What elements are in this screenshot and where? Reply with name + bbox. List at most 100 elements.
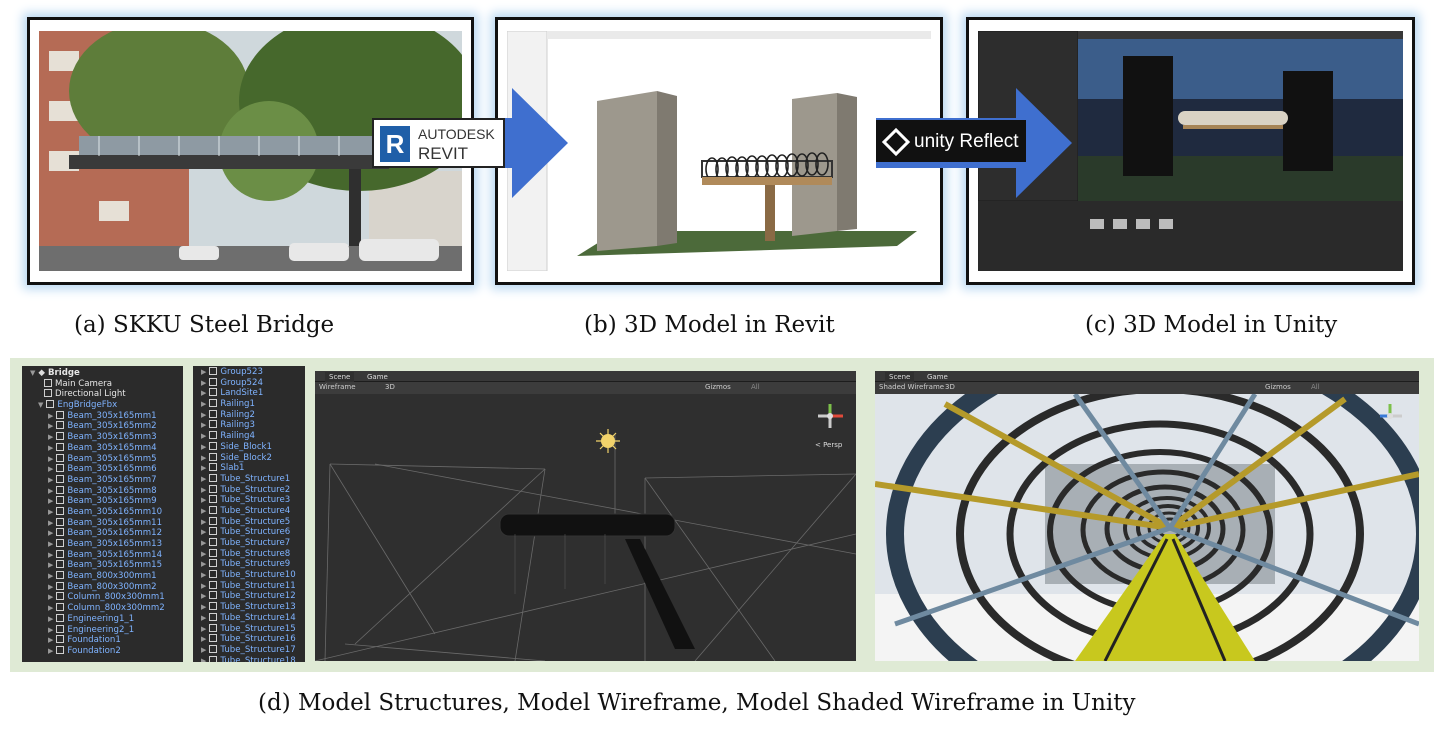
hierarchy-item[interactable]: ▶ Group523	[201, 367, 305, 378]
hierarchy-item[interactable]: ▶ Railing4	[201, 431, 305, 442]
hierarchy-item[interactable]: ▶ Tube_Structure12	[201, 591, 305, 602]
hierarchy-item[interactable]: ▶ Side_Block1	[201, 441, 305, 453]
expand-arrow-icon[interactable]: ▶	[201, 443, 206, 451]
hierarchy-item[interactable]: ▶ Beam_800x300mm1	[30, 571, 183, 582]
expand-arrow-icon[interactable]: ▶	[48, 476, 53, 484]
hierarchy-item[interactable]: ▶ Railing1	[201, 399, 305, 410]
draw-mode-dropdown[interactable]: Shaded Wireframe	[879, 383, 944, 391]
expand-arrow-icon[interactable]: ▶	[201, 646, 206, 654]
expand-arrow-icon[interactable]: ▶	[48, 487, 53, 495]
expand-arrow-icon[interactable]: ▶	[201, 560, 206, 568]
hierarchy-item[interactable]: ▶ Tube_Structure10	[201, 570, 305, 581]
hierarchy-item[interactable]: ▶ Beam_305x165mm6	[30, 464, 183, 475]
expand-arrow-icon[interactable]: ▶	[48, 519, 53, 527]
expand-arrow-icon[interactable]: ▶	[48, 455, 53, 463]
expand-arrow-icon[interactable]: ▶	[48, 604, 53, 612]
hierarchy-item[interactable]: Directional Light	[30, 389, 183, 400]
hierarchy-item[interactable]: ▶ Beam_305x165mm8	[30, 485, 183, 497]
hierarchy-item[interactable]: ▶ LandSite1	[201, 388, 305, 399]
expand-arrow-icon[interactable]: ▶	[48, 497, 53, 505]
expand-arrow-icon[interactable]: ▶	[201, 550, 206, 558]
hierarchy-item[interactable]: ▶ Tube_Structure18	[201, 655, 305, 662]
hierarchy-item[interactable]: ▶ Beam_305x165mm4	[30, 442, 183, 454]
hierarchy-item[interactable]: ▶ Side_Block2	[201, 452, 305, 464]
expand-arrow-icon[interactable]: ▶	[201, 432, 206, 440]
hierarchy-panel-right[interactable]: ▶ Group523 ▶ Group524 ▶ LandSite1 ▶ Railing1 ▶ Ra…	[193, 366, 305, 662]
hierarchy-item[interactable]: ▶ Column_800x300mm1	[30, 592, 183, 603]
expand-arrow-icon[interactable]: ▶	[48, 583, 53, 591]
hierarchy-item[interactable]: ▶ Tube_Structure9	[201, 559, 305, 570]
persp-label[interactable]: < Persp	[815, 441, 842, 449]
expand-arrow-icon[interactable]: ▶	[48, 626, 53, 634]
hierarchy-item[interactable]: ▶ Railing2	[201, 409, 305, 421]
expand-arrow-icon[interactable]: ▶	[48, 529, 53, 537]
hierarchy-item[interactable]: ▶ Tube_Structure6	[201, 527, 305, 538]
hierarchy-item[interactable]: ▶ Foundation1	[30, 635, 183, 646]
expand-arrow-icon[interactable]: ▼	[38, 401, 43, 409]
hierarchy-item[interactable]: ▶ Slab1	[201, 463, 305, 474]
dim-toggle[interactable]: 3D	[945, 383, 955, 391]
expand-arrow-icon[interactable]: ▶	[201, 486, 206, 494]
expand-arrow-icon[interactable]: ▶	[48, 444, 53, 452]
hierarchy-item[interactable]: ▶ Tube_Structure16	[201, 634, 305, 645]
hierarchy-item[interactable]: ▶ Tube_Structure5	[201, 516, 305, 528]
search-all[interactable]: All	[751, 383, 760, 391]
hierarchy-panel-left[interactable]: ▼ ◆ Bridge Main Camera Directional Light ▼ En…	[22, 366, 183, 662]
hierarchy-item[interactable]: ▶ Beam_305x165mm2	[30, 421, 183, 432]
hierarchy-item[interactable]: ▶ Tube_Structure3	[201, 495, 305, 506]
expand-arrow-icon[interactable]: ▶	[201, 614, 206, 622]
expand-arrow-icon[interactable]: ▶	[201, 421, 206, 429]
expand-arrow-icon[interactable]: ▶	[201, 464, 206, 472]
view-gizmo-icon[interactable]	[818, 404, 843, 428]
hierarchy-item[interactable]: ▶ Tube_Structure2	[201, 484, 305, 496]
gizmos-dropdown[interactable]: Gizmos	[705, 383, 731, 391]
expand-arrow-icon[interactable]: ▶	[48, 551, 53, 559]
expand-arrow-icon[interactable]: ▶	[201, 571, 206, 579]
hierarchy-item[interactable]: ▶ Tube_Structure15	[201, 623, 305, 635]
draw-mode-dropdown[interactable]: Wireframe	[319, 383, 356, 391]
hierarchy-item[interactable]: ▶ Tube_Structure14	[201, 612, 305, 624]
hierarchy-item[interactable]: ▶ Group524	[201, 377, 305, 389]
hierarchy-item[interactable]: ▶ Tube_Structure8	[201, 548, 305, 560]
expand-arrow-icon[interactable]: ▶	[201, 592, 206, 600]
expand-arrow-icon[interactable]: ▶	[48, 593, 53, 601]
hierarchy-item[interactable]: ▶ Beam_305x165mm1	[30, 410, 183, 422]
expand-arrow-icon[interactable]: ▶	[201, 400, 206, 408]
hierarchy-item[interactable]: ▶ Beam_305x165mm3	[30, 432, 183, 443]
expand-arrow-icon[interactable]: ▶	[48, 561, 53, 569]
hierarchy-item[interactable]: ▶ Tube_Structure7	[201, 538, 305, 549]
expand-arrow-icon[interactable]: ▶	[201, 539, 206, 547]
hierarchy-item[interactable]: ▶ Tube_Structure1	[201, 473, 305, 485]
expand-arrow-icon[interactable]: ▶	[48, 433, 53, 441]
hierarchy-item[interactable]: ▶ Beam_305x165mm14	[30, 549, 183, 561]
hierarchy-item[interactable]: ▶ Tube_Structure13	[201, 602, 305, 613]
expand-arrow-icon[interactable]: ▶	[201, 635, 206, 643]
hierarchy-item[interactable]: ▶ Beam_305x165mm7	[30, 474, 183, 486]
hierarchy-item[interactable]: ▶ Column_800x300mm2	[30, 603, 183, 614]
hierarchy-item[interactable]: ▶ Beam_305x165mm10	[30, 506, 183, 518]
gizmos-dropdown[interactable]: Gizmos	[1265, 383, 1291, 391]
hierarchy-item[interactable]: ▶ Foundation2	[30, 645, 183, 657]
expand-arrow-icon[interactable]: ▶	[48, 422, 53, 430]
expand-arrow-icon[interactable]: ▶	[201, 496, 206, 504]
hierarchy-item[interactable]: ▶ Tube_Structure17	[201, 644, 305, 656]
hierarchy-item[interactable]: ▶ Beam_305x165mm9	[30, 496, 183, 507]
wireframe-scene-view[interactable]: Scene Game Wireframe 3D Gizmos All < Per…	[315, 371, 856, 661]
expand-arrow-icon[interactable]: ▶	[201, 582, 206, 590]
hierarchy-item[interactable]: ▶ Tube_Structure4	[201, 505, 305, 517]
expand-arrow-icon[interactable]: ▶	[201, 603, 206, 611]
hierarchy-root[interactable]: ▼ ◆ Bridge	[30, 368, 183, 379]
hierarchy-item[interactable]: ▶ Railing3	[201, 420, 305, 431]
expand-arrow-icon[interactable]: ▶	[48, 636, 53, 644]
hierarchy-item[interactable]: ▶ Beam_305x165mm11	[30, 517, 183, 529]
tab-game[interactable]: Game	[923, 372, 952, 382]
expand-arrow-icon[interactable]: ▶	[48, 647, 53, 655]
expand-arrow-icon[interactable]: ▶	[201, 411, 206, 419]
hierarchy-item[interactable]: ▶ Engineering1_1	[30, 613, 183, 625]
expand-arrow-icon[interactable]: ▶	[48, 412, 53, 420]
expand-arrow-icon[interactable]: ▶	[201, 518, 206, 526]
hierarchy-item[interactable]: ▶ Tube_Structure11	[201, 580, 305, 592]
expand-arrow-icon[interactable]: ▶	[201, 368, 206, 376]
hierarchy-item[interactable]: ▼ EngBridgeFbx	[30, 400, 183, 411]
hierarchy-item[interactable]: ▶ Beam_305x165mm15	[30, 560, 183, 571]
